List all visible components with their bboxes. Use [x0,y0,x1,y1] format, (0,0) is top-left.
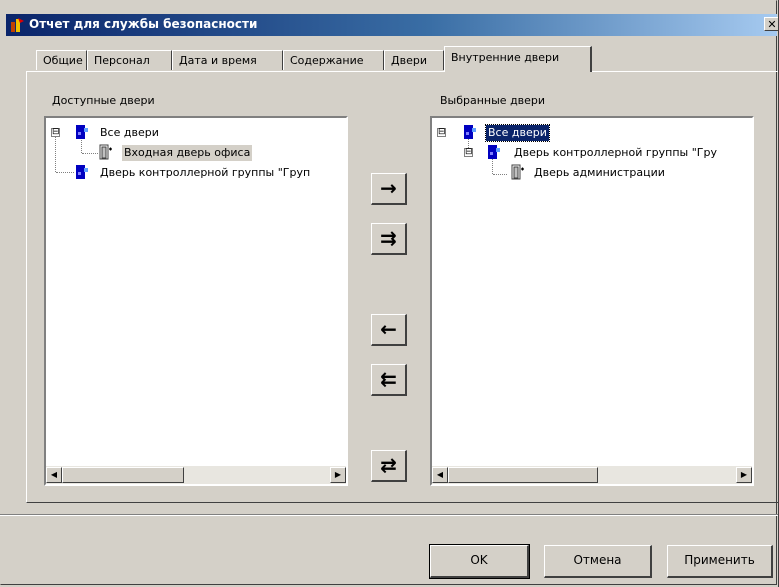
horizontal-scrollbar[interactable]: ◀ ▶ [432,466,752,484]
tab-label: Содержание [290,54,364,67]
available-doors-label: Доступные двери [52,94,155,107]
collapse-icon[interactable]: ⊟ [437,128,446,137]
tree-item-label: Все двери [100,126,159,139]
button-label: Применить [684,553,755,567]
door-group-icon [486,144,502,160]
scroll-left-button[interactable]: ◀ [432,467,448,483]
cancel-button[interactable]: Отмена [544,545,652,578]
tree-item-controller-group[interactable]: ⊟ Дверь контроллерной группы "Гру [436,144,752,162]
horizontal-scrollbar[interactable]: ◀ ▶ [46,466,346,484]
report-app-icon [9,17,25,33]
apply-button[interactable]: Применить [667,545,773,578]
double-left-arrow-icon: ⇇ [380,367,397,391]
tree-item-controller-group[interactable]: Дверь контроллерной группы "Груп [50,164,346,182]
tab-date-time[interactable]: Дата и время [172,50,283,70]
tab-general[interactable]: Общие [36,50,87,70]
ok-button[interactable]: OK [429,544,530,579]
right-arrow-icon: ▶ [740,470,748,479]
door-group-icon [462,124,478,140]
close-icon: ✕ [767,18,777,31]
tab-label: Общие [43,54,83,67]
tab-label: Двери [391,54,427,67]
button-label: OK [470,553,488,567]
window-title: Отчет для службы безопасности [29,17,258,31]
close-button[interactable]: ✕ [764,17,779,31]
right-arrow-icon: → [380,176,397,200]
selected-doors-label: Выбранные двери [440,94,546,107]
tree-item-all-doors[interactable]: ⊟ Все двери [50,124,340,142]
scroll-left-button[interactable]: ◀ [46,467,62,483]
add-all-doors-button[interactable]: ⇉ [371,223,407,255]
left-arrow-icon: ◀ [50,470,58,479]
bottom-separator [0,514,779,516]
tab-label: Внутренние двери [451,51,560,64]
door-group-icon [74,124,90,140]
title-bar[interactable]: Отчет для службы безопасности ✕ [6,14,779,36]
door-group-icon [74,164,90,180]
available-doors-tree[interactable]: ⊟ Все двери Входная дверь офиса Дверь ко… [44,116,348,486]
button-label: Отмена [573,553,622,567]
tab-doors[interactable]: Двери [384,50,444,70]
scroll-right-button[interactable]: ▶ [330,467,346,483]
selected-doors-tree[interactable]: ⊟ Все двери ⊟ Дверь контроллерной группы… [430,116,754,486]
tab-label: Персонал [94,54,150,67]
tree-item-label: Дверь контроллерной группы "Груп [100,166,311,179]
left-arrow-icon: ◀ [436,470,444,479]
tree-item-label: Дверь администрации [534,166,665,179]
add-door-button[interactable]: → [371,173,407,205]
tree-item-administration-door[interactable]: Дверь администрации [436,164,746,182]
door-icon [510,164,526,180]
collapse-icon[interactable]: ⊟ [464,148,473,157]
tree-item-label: Дверь контроллерной группы "Гру [514,146,717,159]
tab-staff[interactable]: Персонал [87,50,172,70]
left-arrow-icon: ← [380,317,397,341]
scroll-thumb[interactable] [448,467,598,483]
scroll-thumb[interactable] [62,467,184,483]
tree-item-label: Входная дверь офиса [122,145,253,161]
tab-content[interactable]: Содержание [283,50,384,70]
tab-label: Дата и время [179,54,257,67]
tree-item-label: Все двери [485,124,550,142]
double-right-arrow-icon: ⇉ [380,226,397,250]
remove-all-doors-button[interactable]: ⇇ [371,364,407,396]
collapse-icon[interactable]: ⊟ [51,128,60,137]
tab-internal-doors[interactable]: Внутренние двери [444,46,592,72]
swap-doors-button[interactable]: ⇄ [371,450,407,482]
scroll-right-button[interactable]: ▶ [736,467,752,483]
door-icon [98,144,114,160]
remove-door-button[interactable]: ← [371,314,407,346]
tree-item-office-entrance[interactable]: Входная дверь офиса [50,144,340,162]
tree-item-all-doors[interactable]: ⊟ Все двери [436,124,746,142]
swap-arrows-icon: ⇄ [380,453,397,477]
right-arrow-icon: ▶ [334,470,342,479]
